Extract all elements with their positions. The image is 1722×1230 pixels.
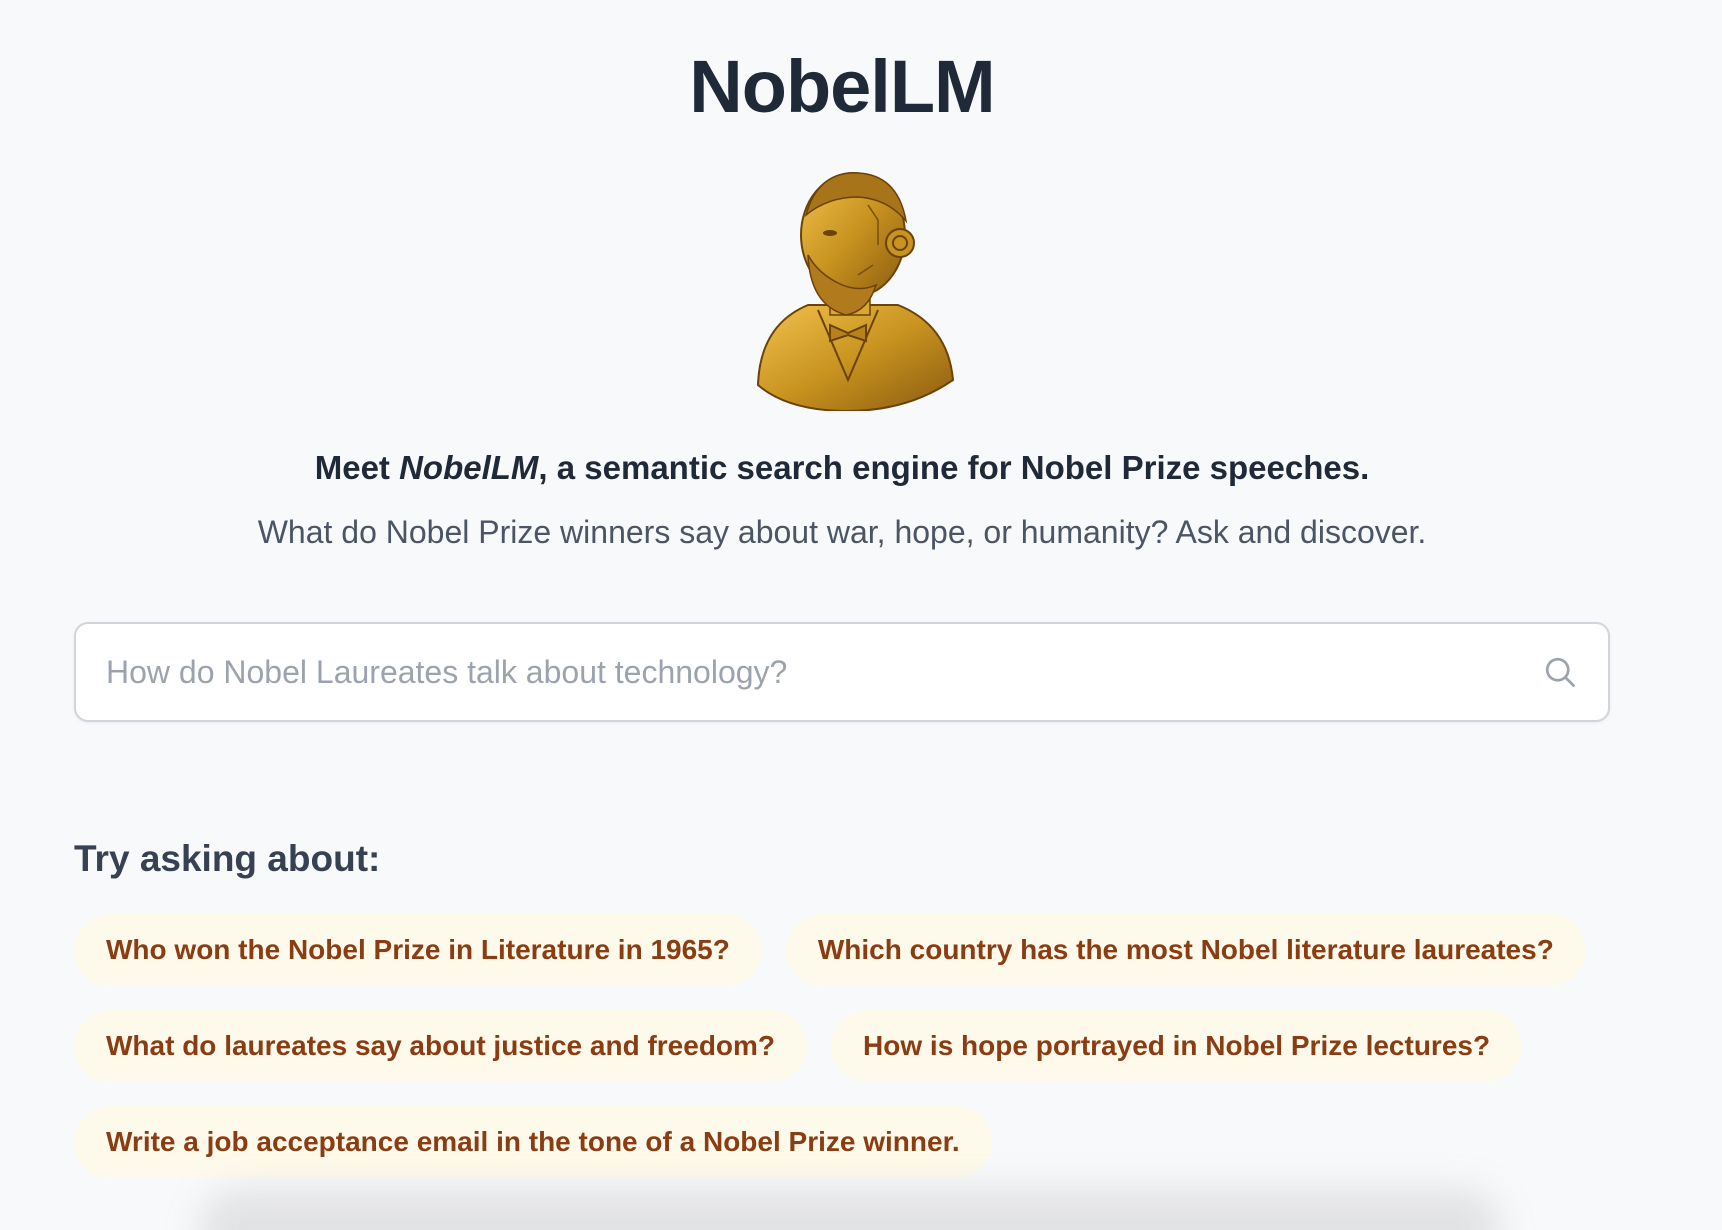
tagline-suffix: , a semantic search engine for Nobel Pri… <box>538 449 1370 486</box>
search-box[interactable] <box>74 622 1610 722</box>
nobel-bust-logo <box>756 172 955 411</box>
floating-panel-shadow <box>200 1190 1500 1230</box>
chip-row: What do laureates say about justice and … <box>74 1010 1634 1082</box>
suggestion-chip[interactable]: What do laureates say about justice and … <box>74 1010 808 1082</box>
suggestion-chips: Who won the Nobel Prize in Literature in… <box>74 914 1634 1202</box>
tagline-prefix: Meet <box>314 449 400 486</box>
search-icon[interactable] <box>1542 654 1578 690</box>
tagline-brand: NobelLM <box>399 449 539 486</box>
subtitle: What do Nobel Prize winners say about wa… <box>257 514 1427 550</box>
app-title: NobelLM <box>689 45 995 128</box>
suggestion-chip[interactable]: Which country has the most Nobel literat… <box>785 914 1586 986</box>
suggestions-heading: Try asking about: <box>74 838 381 879</box>
page: NobelLM Meet NobelLM, a semantic search … <box>0 0 1722 1230</box>
search-input[interactable] <box>106 624 1506 720</box>
suggestion-chip[interactable]: Who won the Nobel Prize in Literature in… <box>74 914 762 986</box>
tagline: Meet NobelLM, a semantic search engine f… <box>0 449 1684 487</box>
chip-row: Who won the Nobel Prize in Literature in… <box>74 914 1634 986</box>
suggestion-chip[interactable]: How is hope portrayed in Nobel Prize lec… <box>831 1010 1523 1082</box>
suggestion-chip[interactable]: Write a job acceptance email in the tone… <box>74 1106 992 1178</box>
chip-row: Write a job acceptance email in the tone… <box>74 1106 1634 1178</box>
